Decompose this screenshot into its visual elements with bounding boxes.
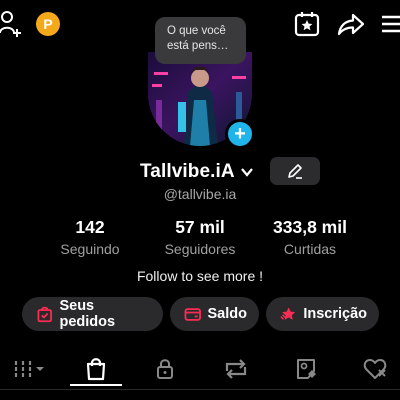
note-bubble[interactable]: O que você está pens… [155,17,246,64]
wallet-icon [184,308,201,321]
liked-icon [363,359,387,379]
tab-tagged[interactable] [290,352,322,386]
stat-label: Seguindo [60,241,120,257]
add-user-icon[interactable] [0,8,22,38]
active-tab-indicator [70,384,122,386]
stat-likes[interactable]: 333,8 mil Curtidas [260,217,360,257]
tagged-icon [297,359,316,379]
shopping-bag-icon [37,306,52,323]
stat-value: 142 [75,217,105,237]
calendar-star-icon[interactable] [294,11,320,37]
stat-following[interactable]: 142 Seguindo [50,217,130,257]
note-bubble-text: O que você está pens… [167,25,229,52]
edit-profile-button[interactable] [270,157,320,185]
tab-liked[interactable] [360,352,392,386]
menu-icon[interactable] [380,12,400,36]
tab-private[interactable] [150,352,180,386]
stat-label: Seguidores [164,241,236,257]
divider [0,389,400,390]
lock-icon [157,359,173,379]
tab-reposts[interactable] [220,352,252,386]
chevron-down-icon [240,168,253,177]
pill-label: Saldo [207,306,247,322]
handle: @tallvibe.ia [163,186,237,202]
balance-button[interactable]: Saldo [170,297,259,331]
repost-icon [225,359,247,379]
pencil-icon [288,164,302,179]
shop-icon [86,358,106,381]
your-orders-button[interactable]: Seus pedidos [22,297,163,331]
share-icon[interactable] [336,10,366,38]
add-photo-button[interactable]: + [225,119,255,149]
username-row[interactable]: Tallvibe.iA [140,159,255,185]
tab-videos[interactable] [6,352,52,386]
stat-value: 333,8 mil [273,217,347,237]
subscription-star-icon [280,307,296,320]
username: Tallvibe.iA [140,161,235,182]
coin-icon[interactable]: P [36,12,60,36]
grid-icon [14,361,44,377]
subscription-button[interactable]: Inscrição [266,297,379,331]
pill-label: Seus pedidos [59,298,116,330]
stat-followers[interactable]: 57 mil Seguidores [155,217,245,257]
pill-label: Inscrição [303,306,367,322]
tab-shop[interactable] [70,352,122,386]
bio: Follow to see more ! [136,268,264,284]
stat-value: 57 mil [175,217,225,237]
stat-label: Curtidas [283,241,337,257]
